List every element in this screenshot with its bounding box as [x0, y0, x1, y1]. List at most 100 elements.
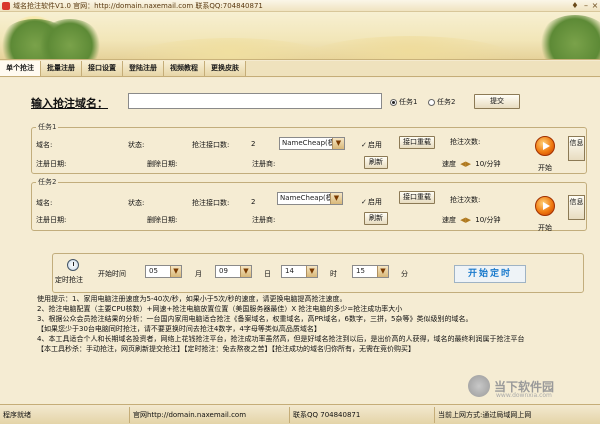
- domain-input-label: 输入抢注域名：: [31, 97, 108, 110]
- task1-info-button[interactable]: 信息: [568, 136, 585, 161]
- task1-enable-checkbox[interactable]: ✓启用: [361, 140, 382, 150]
- task2-speed-label: 速度: [442, 216, 456, 224]
- task1-iface-count: 2: [251, 140, 256, 148]
- task1-speed: 速度 ◀▶ 10/分钟: [442, 159, 501, 169]
- task2-info-button[interactable]: 信息: [568, 195, 585, 220]
- tab-login-register[interactable]: 登陆注册: [123, 61, 164, 76]
- day-select[interactable]: 09 ▼: [215, 265, 252, 278]
- task2-start-label: 开始: [538, 224, 552, 232]
- task1-speed-label: 速度: [442, 160, 456, 168]
- tab-batch-register[interactable]: 批量注册: [41, 61, 82, 76]
- task1-enable-label: 启用: [367, 141, 382, 149]
- task2-speed: 速度 ◀▶ 10/分钟: [442, 215, 501, 225]
- task1-refresh-button[interactable]: 刷新: [364, 156, 388, 169]
- task1-radio[interactable]: 任务1: [390, 97, 417, 107]
- task2-reset-interface-button[interactable]: 接口重载: [399, 191, 435, 204]
- task2-registrar-label: 注册商:: [252, 216, 276, 224]
- tab-change-skin[interactable]: 更换皮肤: [205, 61, 246, 76]
- task2-enable-label: 启用: [367, 198, 382, 206]
- checkmark-icon: ✓: [361, 141, 367, 149]
- tip-line: 【本工具秒杀：手动抢注，网页刷新提交抢注】【定时抢注：免去熬夜之苦】【抢注成功的…: [37, 345, 415, 353]
- dropdown-arrow-icon: ▼: [330, 193, 342, 204]
- day-value: 09: [219, 267, 228, 275]
- hour-unit-label: 时: [330, 270, 337, 278]
- hill-image: [300, 36, 520, 59]
- speed-arrows-icon[interactable]: ◀▶: [460, 160, 471, 168]
- task2-provider-select[interactable]: NameCheap(模) ▼: [277, 192, 343, 205]
- task2-attempts-label: 抢注次数:: [450, 196, 481, 204]
- task1-legend: 任务1: [36, 122, 59, 132]
- task1-radio-label: 任务1: [399, 98, 418, 106]
- dropdown-arrow-icon: ▼: [332, 138, 344, 149]
- radio-selected-icon: [390, 98, 397, 106]
- tip-line: 4、本工具适合个人和长期域名投资者，网络上花钱抢注平台，抢注成功率虽然高，但是好…: [37, 335, 525, 343]
- main-tabs: 单个抢注 批量注册 接口设置 登陆注册 视频教程 更换皮肤: [0, 61, 600, 77]
- tab-single-register[interactable]: 单个抢注: [0, 61, 41, 76]
- task1-iface-count-label: 抢注接口数:: [192, 141, 230, 149]
- month-unit-label: 月: [195, 270, 202, 278]
- task1-start-play-icon[interactable]: [535, 136, 555, 156]
- tree-image: [40, 19, 100, 59]
- scheduled-register-label: 定时抢注: [55, 276, 83, 284]
- status-site: 官网http://domain.naxemail.com: [130, 406, 290, 423]
- tree-image: [540, 15, 600, 59]
- task2-group: 任务2 域名: 状态: 抢注接口数: 2 NameCheap(模) ▼ ✓启用 …: [31, 177, 587, 232]
- window-title: 域名抢注软件V1.0 官网：http://domain.naxemail.com…: [13, 1, 263, 10]
- scheduled-register-box: 定时抢注 开始时间 05 ▼ 月 09 ▼ 日 14 ▼ 时 15 ▼ 分 开始…: [52, 253, 584, 293]
- radio-empty-icon: [428, 98, 435, 106]
- checkmark-icon: ✓: [361, 198, 367, 206]
- task1-attempts-label: 抢注次数:: [450, 138, 481, 146]
- task1-registrar-label: 注册商:: [252, 160, 276, 168]
- dropdown-arrow-icon: ▼: [306, 266, 317, 277]
- task2-speed-value: 10/分钟: [475, 216, 501, 224]
- hour-value: 14: [285, 267, 294, 275]
- task2-del-date-label: 删除日期:: [147, 216, 178, 224]
- app-icon: [2, 1, 10, 10]
- usage-tips: 使用提示：1、家用电脑注册速度为5-40次/秒，如果小于5次/秒的速度，请更换电…: [37, 294, 587, 354]
- hour-select[interactable]: 14 ▼: [281, 265, 318, 278]
- task1-provider-select[interactable]: NameCheap(模) ▼: [279, 137, 345, 150]
- task2-enable-checkbox[interactable]: ✓启用: [361, 197, 382, 207]
- task2-provider-value: NameCheap(模): [280, 194, 336, 202]
- speed-arrows-icon[interactable]: ◀▶: [460, 216, 471, 224]
- tip-line: 使用提示：1、家用电脑注册速度为5-40次/秒，如果小于5次/秒的速度，请更换电…: [37, 295, 347, 303]
- alarm-clock-icon: [67, 259, 79, 271]
- close-icon[interactable]: ×: [590, 1, 600, 11]
- task2-radio-label: 任务2: [437, 98, 456, 106]
- task1-del-date-label: 删除日期:: [147, 160, 178, 168]
- skin-icon[interactable]: ♦: [570, 1, 580, 11]
- status-bar: 程序就绪 官网http://domain.naxemail.com 联系QQ 7…: [0, 404, 600, 424]
- task1-start-label: 开始: [538, 164, 552, 172]
- task2-radio[interactable]: 任务2: [428, 97, 455, 107]
- task1-group: 任务1 域名: 状态: 抢注接口数: 2 NameCheap(模) ▼ ✓启用 …: [31, 122, 587, 174]
- minute-unit-label: 分: [401, 270, 408, 278]
- month-value: 05: [149, 267, 158, 275]
- task1-provider-value: NameCheap(模): [282, 139, 338, 147]
- month-select[interactable]: 05 ▼: [145, 265, 182, 278]
- submit-button[interactable]: 提交: [474, 94, 520, 109]
- tip-line: 2、抢注电脑配置（主要CPU核数）+网速+抢注电脑放置位置（美国服务器最佳）X …: [37, 305, 403, 313]
- watermark-logo: 当下软件园 www.downxia.com: [468, 368, 590, 404]
- watermark-url: www.downxia.com: [496, 392, 552, 399]
- minute-select[interactable]: 15 ▼: [352, 265, 389, 278]
- task2-start-play-icon[interactable]: [535, 196, 555, 216]
- task1-status-label: 状态:: [128, 141, 145, 149]
- task2-domain-label: 域名:: [36, 199, 53, 207]
- tab-video-tutorial[interactable]: 视频教程: [164, 61, 205, 76]
- start-timer-button[interactable]: 开始定时: [454, 265, 526, 283]
- tab-interface-settings[interactable]: 接口设置: [82, 61, 123, 76]
- tip-line: 【如果您少于30台电脑同时抢注，请不要更换时间去抢注4数字，4字母等类似高品质域…: [37, 325, 321, 333]
- domain-input[interactable]: [128, 93, 382, 109]
- task1-domain-label: 域名:: [36, 141, 53, 149]
- task1-speed-value: 10/分钟: [475, 160, 501, 168]
- dropdown-arrow-icon: ▼: [377, 266, 388, 277]
- status-ready: 程序就绪: [0, 406, 130, 423]
- title-bar: 域名抢注软件V1.0 官网：http://domain.naxemail.com…: [0, 0, 600, 12]
- tip-line: 3、根据公众会员抢注结果的分析：一台国内家用电脑适合抢注《备案域名，权重域名，高…: [37, 315, 473, 323]
- task2-status-label: 状态:: [128, 199, 145, 207]
- task2-refresh-button[interactable]: 刷新: [364, 212, 388, 225]
- task1-reset-interface-button[interactable]: 接口重载: [399, 136, 435, 149]
- task2-reg-date-label: 注册日期:: [36, 216, 67, 224]
- task1-reg-date-label: 注册日期:: [36, 160, 67, 168]
- dropdown-arrow-icon: ▼: [170, 266, 181, 277]
